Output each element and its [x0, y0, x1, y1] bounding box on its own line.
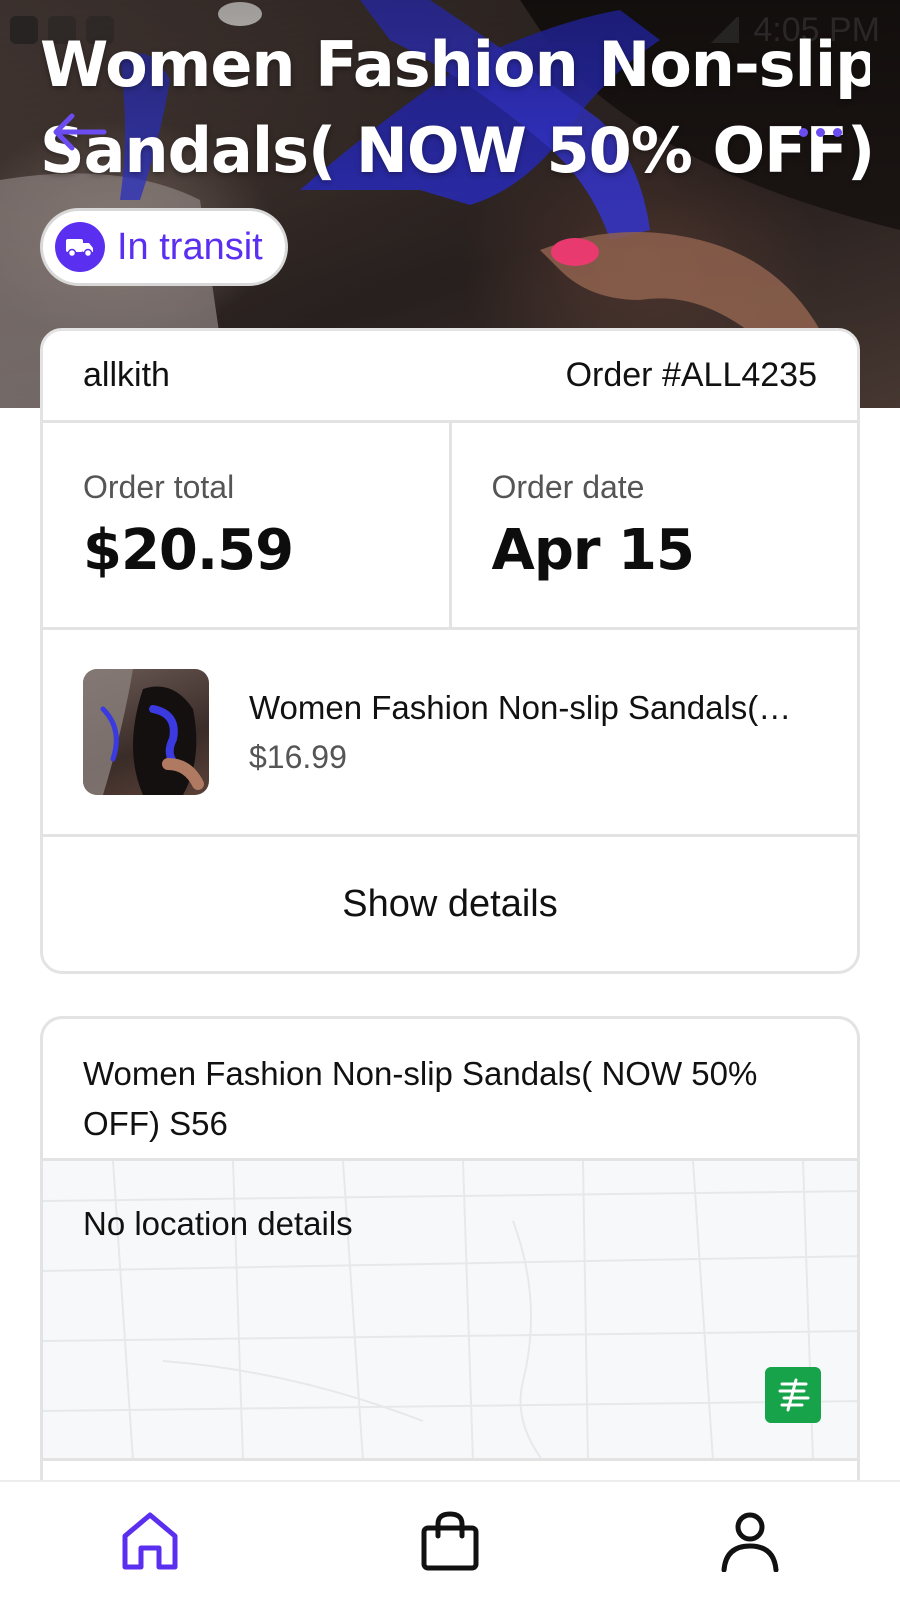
status-badge-label: In transit [117, 225, 263, 268]
product-thumbnail [83, 669, 209, 795]
order-date-cell: Order date Apr 15 [448, 423, 858, 627]
page-title: Women Fashion Non-slip Sandals( NOW 50% … [40, 22, 870, 194]
order-summary-card: allkith Order #ALL4235 Order total $20.5… [40, 328, 860, 974]
china-post-logo-icon [765, 1367, 821, 1423]
back-button[interactable] [40, 100, 116, 164]
profile-icon [721, 1512, 779, 1572]
page-title-line-1: Women Fashion Non-slip [40, 28, 870, 101]
item-title: Women Fashion Non-slip Sandals(… [249, 688, 792, 726]
more-dots-icon-dot [815, 127, 825, 137]
item-price: $16.99 [249, 738, 347, 775]
arrow-left-icon [53, 113, 107, 151]
order-number: Order #ALL4235 [565, 356, 817, 394]
nav-home[interactable] [90, 1491, 210, 1591]
nav-shop[interactable] [390, 1491, 510, 1591]
notification-icon [10, 16, 38, 44]
order-header-row: allkith Order #ALL4235 [43, 331, 857, 423]
order-date-label: Order date [491, 469, 645, 505]
shopping-bag-icon [421, 1511, 479, 1571]
bottom-navigation [0, 1480, 900, 1600]
more-dots-icon-dot [832, 127, 842, 137]
page-title-line-2: Sandals( NOW 50% OFF).. [40, 114, 870, 187]
status-badge: In transit [40, 208, 288, 286]
order-total-value: $20.59 [83, 518, 294, 583]
item-info: Women Fashion Non-slip Sandals(… $16.99 [249, 689, 819, 776]
truck-icon [55, 222, 105, 272]
more-options-button[interactable] [776, 100, 864, 164]
shipment-title: Women Fashion Non-slip Sandals( NOW 50% … [43, 1019, 857, 1161]
order-date-value: Apr 15 [491, 518, 695, 583]
order-total-cell: Order total $20.59 [43, 423, 449, 627]
order-total-label: Order total [83, 469, 235, 505]
order-totals-row: Order total $20.59 Order date Apr 15 [43, 423, 857, 630]
order-tracking-screen: 4:05 PM Women Fashion Non-slip Sandals( … [0, 0, 900, 1600]
show-details-label: Show details [342, 882, 558, 925]
no-location-text: No location details [83, 1205, 353, 1242]
nav-profile[interactable] [690, 1491, 810, 1591]
more-dots-icon [798, 127, 808, 137]
home-icon [122, 1512, 178, 1570]
tracking-map[interactable]: No location details [43, 1161, 857, 1461]
order-item-row[interactable]: Women Fashion Non-slip Sandals(… $16.99 [43, 630, 857, 837]
store-name: allkith [83, 356, 170, 394]
show-details-button[interactable]: Show details [43, 837, 857, 971]
